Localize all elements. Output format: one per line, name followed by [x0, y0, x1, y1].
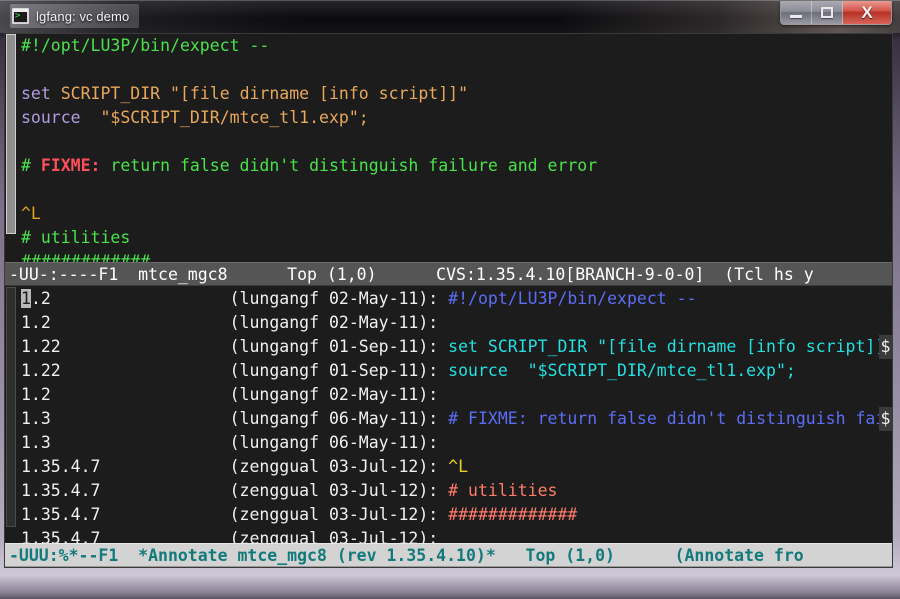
- annotate-author-date: (lungangf 06-May-11):: [230, 409, 449, 428]
- source-token: # utilities: [21, 228, 130, 247]
- annotate-revision: 1.22: [21, 361, 230, 380]
- source-token: return false didn't distinguish failure …: [100, 156, 597, 175]
- annotate-source-token: # utilities: [448, 481, 557, 500]
- close-button[interactable]: X: [843, 1, 891, 24]
- annotate-source-token: source "$SCRIPT_DIR/mtce_tl1.exp";: [448, 361, 796, 380]
- annotate-author-date: (lungangf 01-Sep-11):: [230, 361, 449, 380]
- minimize-button[interactable]: [781, 1, 812, 24]
- annotate-revision: 1.35.4.7: [21, 505, 230, 524]
- minimize-icon: [790, 15, 802, 18]
- source-line: source "$SCRIPT_DIR/mtce_tl1.exp";: [18, 106, 892, 130]
- annotate-row: 1.3 (lungangf 06-May-11):: [18, 431, 892, 455]
- source-token: #!/opt/LU3P/bin/expect --: [21, 36, 269, 55]
- scrollbar-source[interactable]: [5, 34, 19, 262]
- source-line: set SCRIPT_DIR "[file dirname [info scri…: [18, 82, 892, 106]
- annotate-revision: 1.2: [21, 313, 230, 332]
- window-title-group: lgfang: vc demo: [10, 4, 139, 28]
- annotate-author-date: (lungangf 06-May-11):: [230, 433, 449, 452]
- scrollbar-thumb-source[interactable]: [6, 34, 16, 234]
- annotate-row: 1.22 (lungangf 01-Sep-11): source "$SCRI…: [18, 359, 892, 383]
- source-buffer[interactable]: #!/opt/LU3P/bin/expect -- set SCRIPT_DIR…: [18, 34, 892, 262]
- source-line: ^L: [18, 202, 892, 226]
- annotate-author-date: (lungangf 02-May-11):: [230, 289, 449, 308]
- application-window: lgfang: vc demo X #!/opt/LU3P/bin/expect…: [0, 0, 900, 599]
- source-line: # utilities: [18, 226, 892, 250]
- modeline-annotate[interactable]: -UUU:%*--F1 *Annotate mtce_mgc8 (rev 1.3…: [5, 543, 892, 567]
- source-line: #!/opt/LU3P/bin/expect --: [18, 34, 892, 58]
- annotate-row: 1.2 (lungangf 02-May-11):: [18, 311, 892, 335]
- annotate-author-date: (zenggual 03-Jul-12):: [230, 481, 449, 500]
- annotate-row: 1.2 (lungangf 02-May-11): #!/opt/LU3P/bi…: [18, 287, 892, 311]
- annotate-revision: 1.2: [21, 289, 230, 308]
- annotate-revision: 1.3: [21, 433, 230, 452]
- source-token: set: [21, 84, 51, 103]
- scrollbar-annotate[interactable]: [5, 287, 19, 543]
- source-token: "$SCRIPT_DIR/mtce_tl1.exp";: [100, 108, 368, 127]
- annotate-source-token: set SCRIPT_DIR "[file dirname [info scri…: [448, 337, 885, 356]
- modeline-source[interactable]: -UU-:----F1 mtce_mgc8 Top (1,0) CVS:1.35…: [5, 262, 892, 286]
- source-line: # FIXME: return false didn't distinguish…: [18, 154, 892, 178]
- line-continuation-marker: $: [879, 407, 892, 431]
- annotate-source-token: # FIXME: return false didn't distinguish…: [448, 409, 885, 428]
- annotate-revision: 1.2: [21, 385, 230, 404]
- line-continuation-marker: $: [879, 335, 892, 359]
- annotate-row: 1.35.4.7 (zenggual 03-Jul-12): ^L: [18, 455, 892, 479]
- annotate-row: 1.35.4.7 (zenggual 03-Jul-12): # utiliti…: [18, 479, 892, 503]
- source-token: source: [21, 108, 81, 127]
- annotate-author-date: (zenggual 03-Jul-12):: [230, 529, 449, 543]
- source-line: [18, 58, 892, 82]
- source-token: [160, 84, 170, 103]
- annotate-author-date: (lungangf 02-May-11):: [230, 385, 449, 404]
- annotate-source-token: #!/opt/LU3P/bin/expect --: [448, 289, 696, 308]
- title-bar[interactable]: lgfang: vc demo X: [0, 0, 900, 33]
- source-token: SCRIPT_DIR: [61, 84, 160, 103]
- source-line: [18, 178, 892, 202]
- annotate-revision: 1.35.4.7: [21, 481, 230, 500]
- close-icon: X: [861, 4, 872, 21]
- annotate-source-token: #############: [448, 505, 577, 524]
- annotate-row: 1.22 (lungangf 01-Sep-11): set SCRIPT_DI…: [18, 335, 892, 359]
- source-token: FIXME:: [41, 156, 101, 175]
- annotate-row: 1.3 (lungangf 06-May-11): # FIXME: retur…: [18, 407, 892, 431]
- annotate-row: 1.2 (lungangf 02-May-11):: [18, 383, 892, 407]
- maximize-button[interactable]: [812, 1, 843, 24]
- emacs-frame: #!/opt/LU3P/bin/expect -- set SCRIPT_DIR…: [4, 33, 893, 568]
- annotate-revision: 1.3: [21, 409, 230, 428]
- text-cursor: 1: [21, 289, 31, 308]
- annotate-author-date: (zenggual 03-Jul-12):: [230, 505, 449, 524]
- annotate-source-token: ^L: [448, 457, 468, 476]
- annotate-row: 1.35.4.7 (zenggual 03-Jul-12): #########…: [18, 503, 892, 527]
- annotate-row: 1.35.4.7 (zenggual 03-Jul-12):: [18, 527, 892, 543]
- source-token: #: [21, 156, 41, 175]
- annotate-author-date: (lungangf 02-May-11):: [230, 313, 449, 332]
- source-token: [81, 108, 101, 127]
- source-token: [51, 84, 61, 103]
- maximize-icon: [821, 7, 833, 18]
- source-token: "[file dirname [info script]]": [170, 84, 468, 103]
- annotate-revision: 1.35.4.7: [21, 457, 230, 476]
- window-title: lgfang: vc demo: [36, 9, 129, 24]
- scrollbar-thumb-annotate[interactable]: [6, 287, 16, 527]
- source-line: [18, 130, 892, 154]
- source-token: #############: [21, 252, 150, 262]
- annotate-author-date: (lungangf 01-Sep-11):: [230, 337, 449, 356]
- annotate-revision: 1.22: [21, 337, 230, 356]
- source-line: #############: [18, 250, 892, 262]
- source-token: ^L: [21, 204, 41, 223]
- terminal-icon: [12, 8, 29, 24]
- annotate-revision: 1.35.4.7: [21, 529, 230, 543]
- annotate-buffer[interactable]: 1.2 (lungangf 02-May-11): #!/opt/LU3P/bi…: [18, 287, 892, 543]
- annotate-author-date: (zenggual 03-Jul-12):: [230, 457, 449, 476]
- caption-buttons: X: [780, 1, 892, 25]
